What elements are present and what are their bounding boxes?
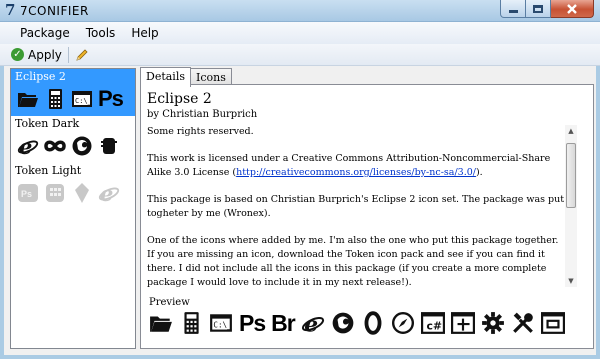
details-panel: Eclipse 2 by Christian Burprich Some rig… (140, 84, 594, 349)
client-area: Eclipse 2 C:\_ Ps Token Dark e Token Lig… (4, 66, 596, 355)
apply-button[interactable]: ✓ Apply (11, 48, 62, 62)
terminal-icon: C:\_ (210, 314, 232, 332)
pencil-icon[interactable] (75, 48, 89, 62)
description-paragraph: Some rights reserved. (147, 126, 254, 137)
package-icons: C:\_ Ps (13, 84, 133, 114)
calculator-icon (184, 312, 199, 334)
link-close-paren: ). (475, 167, 483, 178)
minimize-button[interactable] (500, 0, 526, 18)
window-title: 7CONIFIER (20, 4, 89, 18)
gear-icon (481, 312, 504, 334)
terminal-icon: C:\_ (72, 91, 93, 107)
photoshop-icon: Ps (239, 310, 266, 336)
title-bar: 7 7CONIFIER (0, 0, 600, 22)
photoshop-icon: Ps (98, 86, 124, 111)
window-controls (500, 0, 594, 18)
package-item-token-dark[interactable]: Token Dark e (11, 116, 135, 163)
bridge-icon: Br (271, 310, 296, 336)
menu-bar: Package Tools Help (0, 22, 600, 44)
ie-icon: e (301, 313, 324, 335)
package-author: by Christian Burprich (147, 109, 258, 120)
preview-icons: C:\_ Ps Br e c# (149, 311, 565, 335)
svg-text:C:\_: C:\_ (75, 97, 93, 105)
minimize-icon (508, 10, 518, 13)
description-paragraph: This work is licensed under a Creative C… (147, 152, 565, 180)
shield-icon (75, 183, 89, 203)
maximize-icon (533, 4, 543, 13)
tools-icon (512, 312, 533, 333)
ie-icon: e (17, 135, 39, 157)
package-item-token-light[interactable]: Token Light Ps e (11, 163, 135, 210)
package-title: Eclipse 2 (147, 91, 212, 107)
package-list[interactable]: Eclipse 2 C:\_ Ps Token Dark e Token Lig… (10, 68, 136, 349)
maximize-button[interactable] (526, 0, 551, 18)
device-icon (101, 138, 117, 154)
ps-box-icon: Ps (18, 184, 38, 202)
menu-tools[interactable]: Tools (78, 26, 124, 40)
svg-text:c#: c# (426, 320, 442, 333)
description-paragraph: This package is based on Christian Burpr… (147, 194, 565, 219)
check-icon: ✓ (11, 48, 24, 61)
svg-text:Ps: Ps (21, 189, 32, 199)
calculator-icon (46, 184, 64, 202)
ie-icon: e (98, 182, 120, 204)
scroll-thumb[interactable] (566, 143, 576, 208)
description-text: Some rights reserved. This work is licen… (147, 125, 577, 287)
opera-icon (364, 311, 382, 335)
description-paragraph: One of the icons where added by me. I'm … (147, 235, 559, 287)
package-name: Eclipse 2 (15, 70, 66, 83)
package-name: Token Dark (15, 117, 80, 130)
svg-text:C:\_: C:\_ (213, 320, 232, 329)
preview-label: Preview (149, 297, 190, 308)
tab-details[interactable]: Details (140, 67, 191, 87)
package-icons: Ps e (13, 178, 133, 208)
description-scrollbar[interactable]: ▲ ▼ (565, 125, 577, 287)
menu-help[interactable]: Help (123, 26, 166, 40)
window-icon (540, 312, 565, 334)
firefox-icon (332, 312, 354, 334)
scroll-down-arrow-icon[interactable]: ▼ (565, 275, 577, 287)
menu-package[interactable]: Package (12, 26, 78, 40)
license-link[interactable]: http://creativecommons.org/licenses/by-n… (236, 167, 476, 178)
csharp-icon: c# (420, 312, 445, 334)
toolbar: ✓ Apply (0, 44, 600, 66)
app-icon: 7 (5, 1, 16, 19)
folder-icon (150, 316, 172, 332)
calculator-icon (49, 89, 62, 109)
close-icon (567, 3, 577, 14)
infinity-icon (44, 140, 66, 152)
folder-icon (18, 93, 38, 107)
package-item-eclipse-2[interactable]: Eclipse 2 C:\_ Ps (11, 69, 135, 116)
apply-label: Apply (28, 47, 62, 62)
package-name: Token Light (15, 164, 82, 177)
package-icons: e (13, 131, 133, 161)
toolbar-separator (67, 46, 69, 63)
scroll-up-arrow-icon[interactable]: ▲ (565, 125, 577, 137)
move-icon (450, 312, 475, 334)
compass-icon (391, 311, 414, 335)
firefox-icon (72, 136, 92, 156)
close-button[interactable] (551, 0, 594, 18)
